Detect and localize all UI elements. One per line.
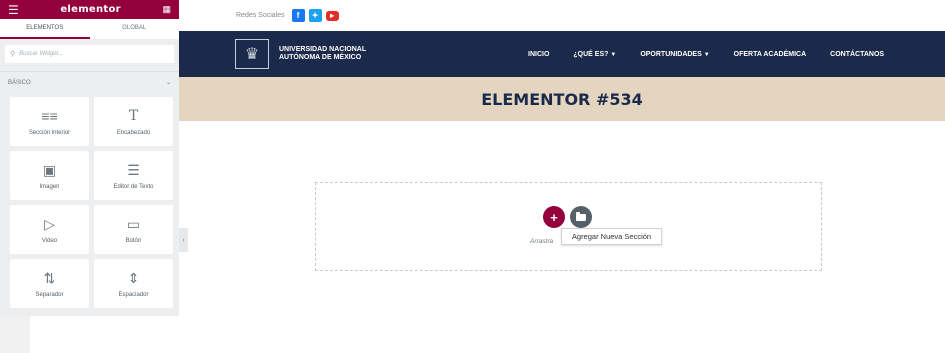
widget-inner-section[interactable]: ≡≡ Sección interior [10, 97, 89, 146]
menu-icon[interactable]: ☰ [8, 4, 19, 16]
menu-label: CONTÁCTANOS [830, 50, 885, 58]
site-header: ♛ UNIVERSIDAD NACIONAL AUTÓNOMA DE MÉXIC… [179, 31, 945, 77]
widget-label: Editor de Texto [113, 183, 154, 190]
chevron-left-icon: ‹ [182, 236, 185, 244]
divider-icon: ⇅ [43, 269, 56, 286]
menu-label: OFERTA ACADÉMICA [733, 50, 807, 58]
add-section-button[interactable]: + [543, 206, 565, 228]
widget-spacer[interactable]: ⇕ Espaciador [94, 259, 173, 308]
caret-down-icon: ▼ [610, 51, 617, 58]
elementor-panel: ☰ elementor ▦ ELEMENTOS GLOBAL ⚲ Buscar … [0, 0, 179, 316]
menu-item-oportunidades[interactable]: OPORTUNIDADES ▼ [640, 51, 709, 58]
site-name-line2: AUTÓNOMA DE MÉXICO [279, 54, 362, 61]
spacer-icon: ⇕ [127, 269, 140, 286]
widget-label: Sección interior [28, 129, 71, 136]
image-icon: ▣ [42, 161, 57, 178]
menu-item-contactanos[interactable]: CONTÁCTANOS [830, 51, 884, 58]
add-section-tooltip: Agregar Nueva Sección [561, 228, 662, 245]
main-menu: INICIO ¿QUÉ ES? ▼ OPORTUNIDADES ▼ OFERTA… [528, 31, 908, 77]
widget-label: Botón [125, 237, 142, 244]
widget-heading[interactable]: T Encabezado [94, 97, 173, 146]
chevron-down-icon: ⌄ [165, 80, 171, 86]
video-icon: ▷ [44, 215, 55, 232]
widget-search-input[interactable]: ⚲ Buscar Widget... [5, 45, 174, 63]
drag-hint-text: Arrastra [530, 238, 554, 245]
panel-tabs: ELEMENTOS GLOBAL [0, 19, 179, 39]
search-placeholder: Buscar Widget... [19, 51, 64, 57]
youtube-icon[interactable]: ▸ [325, 10, 339, 21]
menu-label: OPORTUNIDADES [640, 50, 702, 58]
menu-item-inicio[interactable]: INICIO [528, 51, 549, 58]
search-icon: ⚲ [10, 51, 16, 58]
page-title-band: ELEMENTOR #534 [179, 77, 945, 121]
widget-image[interactable]: ▣ Imagen [10, 151, 89, 200]
plus-icon: + [550, 209, 558, 225]
widget-text-editor[interactable]: ☰ Editor de Texto [94, 151, 173, 200]
tab-global[interactable]: GLOBAL [90, 19, 180, 39]
panel-header: ☰ elementor ▦ [0, 0, 179, 19]
folder-icon [576, 211, 586, 221]
widget-button[interactable]: ▭ Botón [94, 205, 173, 254]
page-title: ELEMENTOR #534 [481, 89, 643, 109]
button-icon: ▭ [126, 215, 141, 232]
caret-down-icon: ▼ [703, 51, 710, 58]
panel-collapse-handle[interactable]: ‹ [179, 228, 188, 252]
widget-label: Imagen [39, 183, 60, 190]
widgets-grid-icon[interactable]: ▦ [162, 4, 171, 15]
widget-label: Video [41, 237, 58, 244]
widget-video[interactable]: ▷ Video [10, 205, 89, 254]
category-basico[interactable]: BÁSICO ⌄ [0, 71, 179, 93]
widget-divider[interactable]: ⇅ Separador [10, 259, 89, 308]
menu-item-que-es[interactable]: ¿QUÉ ES? ▼ [573, 51, 616, 58]
elementor-logo: elementor [60, 4, 121, 15]
site-name-line1: UNIVERSIDAD NACIONAL [279, 46, 367, 53]
menu-item-oferta-academica[interactable]: OFERTA ACADÉMICA [734, 51, 806, 58]
add-template-button[interactable] [570, 206, 592, 228]
tab-elementos[interactable]: ELEMENTOS [0, 19, 90, 39]
facebook-icon[interactable]: f [291, 9, 305, 22]
add-section-dropzone[interactable] [315, 182, 822, 271]
unam-crest-logo[interactable]: ♛ [235, 39, 269, 69]
category-label: BÁSICO [8, 79, 31, 86]
text-editor-icon: ☰ [127, 161, 140, 178]
widget-grid: ≡≡ Sección interior T Encabezado ▣ Image… [0, 93, 179, 308]
inner-section-icon: ≡≡ [41, 107, 58, 124]
widget-label: Encabezado [116, 129, 151, 136]
twitter-icon[interactable]: ✦ [308, 9, 322, 22]
widget-label: Espaciador [118, 291, 149, 298]
site-name[interactable]: UNIVERSIDAD NACIONAL AUTÓNOMA DE MÉXICO [279, 46, 366, 62]
empty-corner [0, 316, 30, 353]
widget-label: Separador [35, 291, 64, 298]
menu-label: ¿QUÉ ES? [573, 50, 609, 58]
social-label: Redes Sociales [236, 12, 285, 19]
menu-label: INICIO [528, 50, 550, 58]
social-topbar: Redes Sociales f ✦ ▸ [179, 0, 945, 31]
heading-icon: T [128, 107, 139, 124]
